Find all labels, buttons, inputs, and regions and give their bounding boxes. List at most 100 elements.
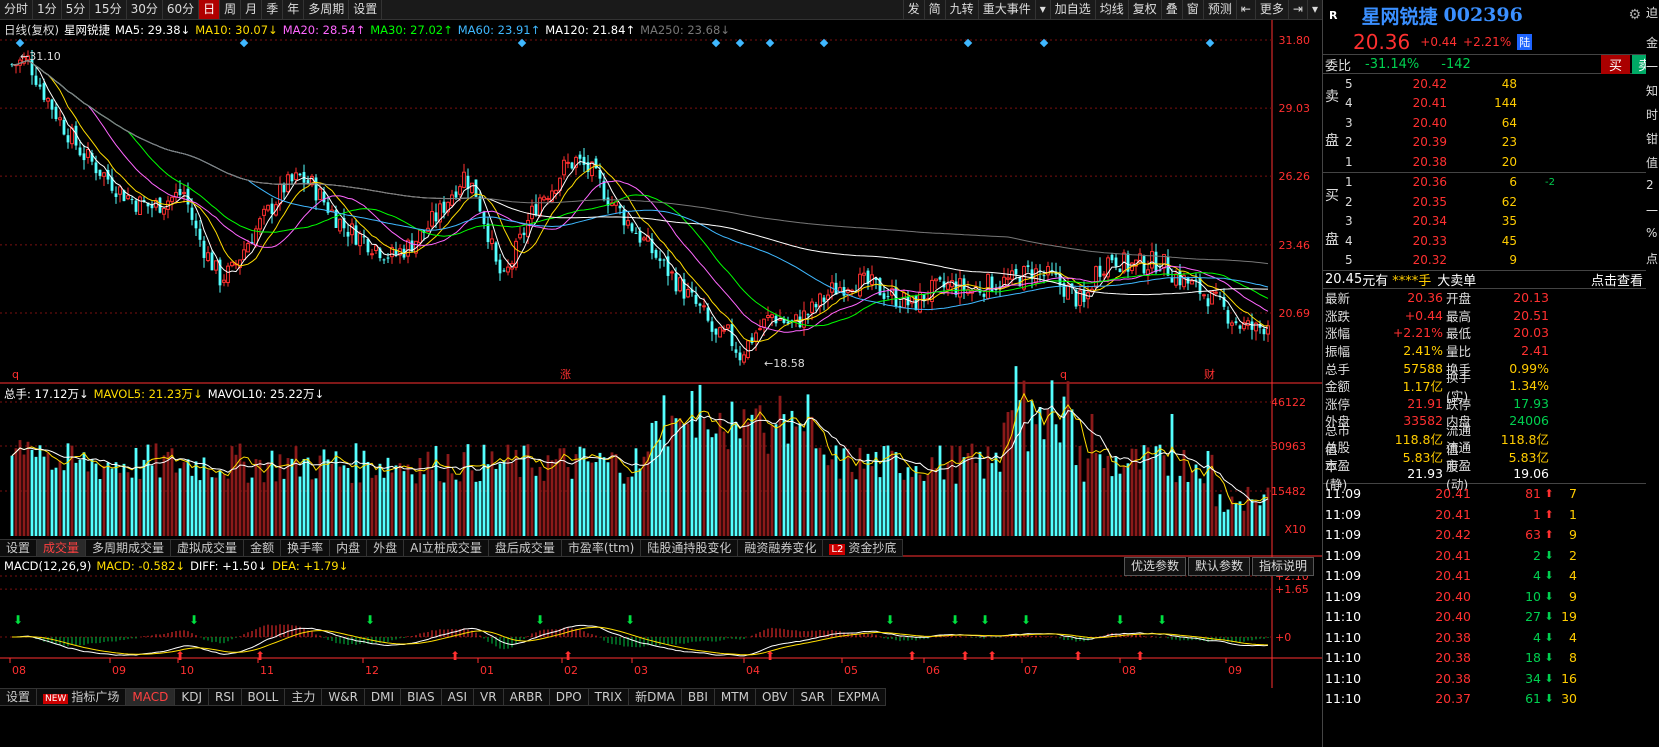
gear-icon[interactable]: ⚙ bbox=[1628, 7, 1641, 23]
asks-row[interactable]: 2 20.39 23 bbox=[1323, 133, 1659, 153]
indicator-tab-12[interactable]: ARBR bbox=[504, 689, 550, 705]
bids-row[interactable]: 1 20.36 6 -2 bbox=[1323, 173, 1659, 193]
vol-tab-7[interactable]: 外盘 bbox=[367, 540, 405, 556]
vol-tab-5[interactable]: 换手率 bbox=[281, 540, 331, 556]
stat-row: 最新 20.36 开盘 20.13 bbox=[1323, 289, 1659, 307]
indicator-tab-4[interactable]: RSI bbox=[209, 689, 242, 705]
indicator-tab-5[interactable]: BOLL bbox=[242, 689, 286, 705]
asks-row[interactable]: 5 20.42 48 bbox=[1323, 74, 1659, 94]
vol-tab-4[interactable]: 金额 bbox=[244, 540, 282, 556]
param-button-1[interactable]: 默认参数 bbox=[1187, 557, 1250, 576]
event-marker-icon[interactable] bbox=[765, 38, 775, 48]
volume-bar bbox=[238, 443, 242, 536]
buy-button[interactable]: 买 bbox=[1600, 54, 1630, 74]
asks-row[interactable]: 4 20.41 144 bbox=[1323, 94, 1659, 114]
vol-tab-11[interactable]: 陆股通持股变化 bbox=[641, 540, 739, 556]
event-marker-label[interactable]: 财 bbox=[1204, 367, 1215, 381]
bids-row[interactable]: 2 20.35 62 bbox=[1323, 192, 1659, 212]
event-marker-label[interactable]: q bbox=[1060, 368, 1067, 381]
hk-connect-badge[interactable]: 陆 bbox=[1517, 34, 1533, 50]
vol-tab-1[interactable]: 成交量 bbox=[37, 540, 87, 556]
vol-tab-6[interactable]: 内盘 bbox=[330, 540, 368, 556]
period-tab-2[interactable]: 5分 bbox=[62, 0, 91, 19]
indicator-tab-11[interactable]: VR bbox=[474, 689, 504, 705]
vol-tab-12[interactable]: 融资融券变化 bbox=[738, 540, 824, 556]
indicator-tab-10[interactable]: ASI bbox=[442, 689, 475, 705]
event-marker-icon[interactable] bbox=[1205, 38, 1215, 48]
indicator-tab-18[interactable]: OBV bbox=[756, 689, 795, 705]
asks-row[interactable]: 1 20.38 20 bbox=[1323, 152, 1659, 172]
period-tab-4[interactable]: 30分 bbox=[127, 0, 163, 19]
tool-button-5[interactable]: 加自选 bbox=[1049, 0, 1095, 19]
bids-row[interactable]: 4 20.33 45 bbox=[1323, 231, 1659, 251]
vol-tab-9[interactable]: 盘后成交量 bbox=[489, 540, 562, 556]
bids-row[interactable]: 5 20.32 9 bbox=[1323, 251, 1659, 271]
tool-button-7[interactable]: 复权 bbox=[1127, 0, 1161, 19]
period-tab-0[interactable]: 分时 bbox=[0, 0, 34, 19]
tool-button-0[interactable]: 发 bbox=[902, 0, 924, 19]
tool-button-12[interactable]: 更多 bbox=[1254, 0, 1288, 19]
event-marker-icon[interactable] bbox=[735, 38, 745, 48]
indicator-tab-14[interactable]: TRIX bbox=[589, 689, 630, 705]
event-marker-label[interactable]: 涨 bbox=[560, 368, 571, 381]
vol-tab-3[interactable]: 虚拟成交量 bbox=[171, 540, 245, 556]
tick-volume: 4 bbox=[1533, 629, 1541, 645]
period-tab-10[interactable]: 年 bbox=[283, 0, 305, 19]
vol-tab-0[interactable]: 设置 bbox=[0, 540, 38, 556]
period-tab-11[interactable]: 多周期 bbox=[304, 0, 350, 19]
vol-tab-10[interactable]: 市盈率(ttm) bbox=[562, 540, 642, 556]
indicator-tab-1[interactable]: NEW 指标广场 bbox=[37, 689, 127, 705]
indicator-tab-9[interactable]: BIAS bbox=[401, 689, 442, 705]
indicator-tab-15[interactable]: 新DMA bbox=[629, 689, 682, 705]
tool-button-2[interactable]: 九转 bbox=[944, 0, 978, 19]
event-marker-label[interactable]: q bbox=[12, 368, 19, 381]
period-tab-1[interactable]: 1分 bbox=[33, 0, 62, 19]
tool-button-8[interactable]: 叠 bbox=[1160, 0, 1182, 19]
tool-button-1[interactable]: 简 bbox=[923, 0, 945, 19]
indicator-tab-6[interactable]: 主力 bbox=[285, 689, 323, 705]
tool-button-13[interactable]: ⇥ bbox=[1287, 0, 1307, 19]
indicator-tab-16[interactable]: BBI bbox=[682, 689, 715, 705]
tool-button-10[interactable]: 预测 bbox=[1202, 0, 1236, 19]
period-tab-6[interactable]: 日 bbox=[199, 0, 221, 19]
tool-button-9[interactable]: 窗 bbox=[1181, 0, 1203, 19]
candle-body bbox=[102, 172, 106, 177]
tick-count: 4 bbox=[1569, 568, 1577, 584]
indicator-tab-19[interactable]: SAR bbox=[794, 689, 832, 705]
asks-row[interactable]: 3 20.40 64 bbox=[1323, 113, 1659, 133]
period-tab-3[interactable]: 15分 bbox=[90, 0, 127, 19]
volume-bar bbox=[466, 444, 470, 536]
vol-tab-13[interactable]: L2 资金抄底 bbox=[823, 540, 904, 556]
period-tab-9[interactable]: 季 bbox=[262, 0, 284, 19]
period-tab-8[interactable]: 月 bbox=[241, 0, 263, 19]
tool-button-3[interactable]: 重大事件 bbox=[977, 0, 1035, 19]
period-tab-12[interactable]: 设置 bbox=[349, 0, 383, 19]
tick-list[interactable]: 11:09 20.41 81 ⬆ 7 11:09 20.41 1 ⬆ 1 11:09 20.42 63 ⬆… bbox=[1323, 482, 1659, 710]
tool-button-6[interactable]: 均线 bbox=[1094, 0, 1128, 19]
event-marker-icon[interactable] bbox=[711, 38, 721, 48]
indicator-tab-3[interactable]: KDJ bbox=[175, 689, 209, 705]
param-button-2[interactable]: 指标说明 bbox=[1251, 557, 1314, 576]
period-tab-7[interactable]: 周 bbox=[220, 0, 242, 19]
period-tab-5[interactable]: 60分 bbox=[163, 0, 200, 19]
indicator-tab-8[interactable]: DMI bbox=[365, 689, 402, 705]
view-big-order-link[interactable]: 点击查看 bbox=[1591, 270, 1643, 289]
indicator-tab-7[interactable]: W&R bbox=[322, 689, 365, 705]
vol-tab-2[interactable]: 多周期成交量 bbox=[86, 540, 172, 556]
tool-button-11[interactable]: ⇤ bbox=[1235, 0, 1255, 19]
param-button-0[interactable]: 优选参数 bbox=[1123, 557, 1186, 576]
volume-bar bbox=[946, 462, 950, 536]
event-marker-icon[interactable] bbox=[517, 38, 527, 48]
indicator-tab-0[interactable]: 设置 bbox=[0, 689, 38, 705]
indicator-tab-13[interactable]: DPO bbox=[550, 689, 589, 705]
indicator-tab-17[interactable]: MTM bbox=[715, 689, 756, 705]
tool-button-14[interactable]: ▾ bbox=[1306, 0, 1322, 19]
indicator-tab-20[interactable]: EXPMA bbox=[832, 689, 887, 705]
event-marker-icon[interactable] bbox=[15, 38, 25, 48]
vol-tab-8[interactable]: AI立桩成交量 bbox=[404, 540, 489, 556]
indicator-tab-2[interactable]: MACD bbox=[126, 689, 176, 705]
candle-body bbox=[758, 328, 762, 331]
bids-row[interactable]: 3 20.34 35 bbox=[1323, 212, 1659, 232]
tool-button-4[interactable]: ▾ bbox=[1034, 0, 1050, 19]
stat-row: 涨幅 +2.21% 最低 20.03 bbox=[1323, 324, 1659, 342]
